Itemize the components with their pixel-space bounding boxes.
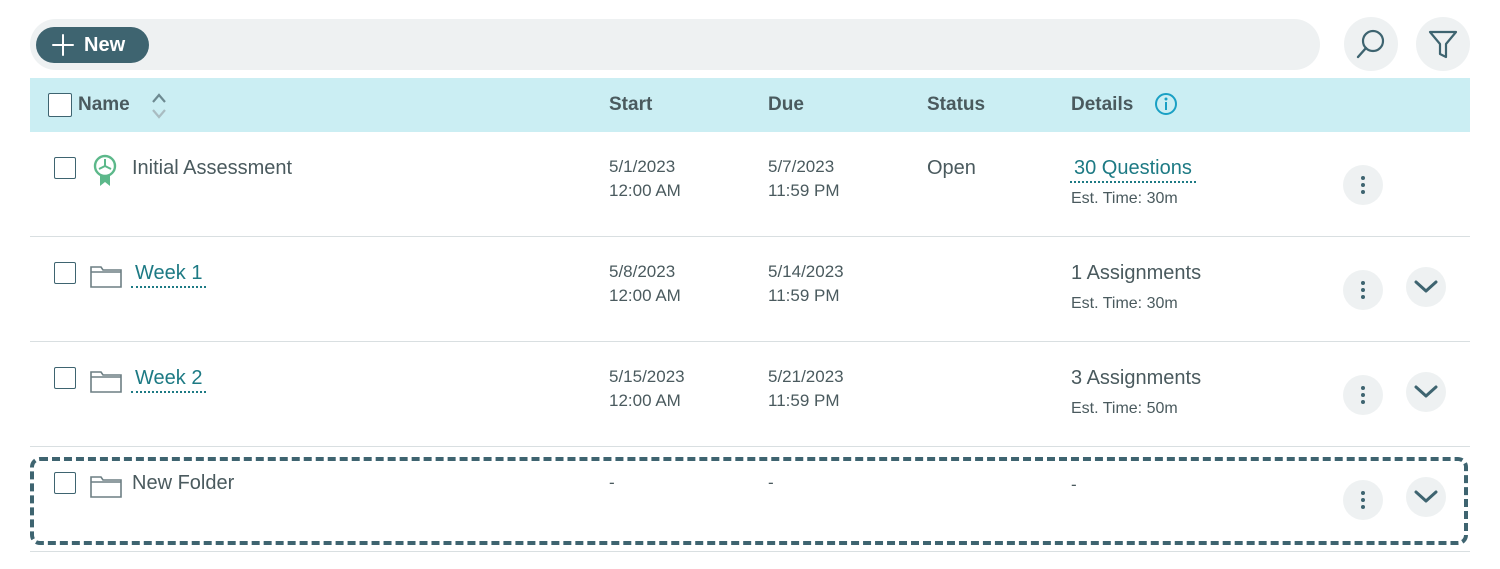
- start-date: 5/1/2023: [609, 157, 676, 176]
- folder-icon: [90, 476, 122, 498]
- due-time: 11:59 PM: [768, 286, 840, 305]
- details-link[interactable]: 30 Questions: [1070, 157, 1196, 183]
- due-time: 11:59 PM: [768, 391, 840, 410]
- chevron-down-icon: [1414, 490, 1438, 503]
- start-empty: -: [609, 473, 615, 492]
- row-checkbox[interactable]: [54, 157, 76, 179]
- row-menu-button[interactable]: [1343, 375, 1383, 415]
- new-button-label: New: [84, 33, 126, 56]
- start-time: 12:00 AM: [609, 286, 681, 305]
- folder-icon: [90, 266, 122, 288]
- folder-link[interactable]: Week 2: [131, 367, 207, 393]
- due-empty: -: [768, 473, 774, 492]
- chevron-down-icon: [1414, 385, 1438, 398]
- row-menu-button[interactable]: [1343, 480, 1383, 520]
- table-row: New Folder - - -: [30, 447, 1470, 552]
- due-date: 5/21/2023: [768, 367, 844, 386]
- table-row: Week 2 5/15/2023 12:00 AM 5/21/2023 11:5…: [30, 342, 1470, 447]
- column-header-details: Details: [1071, 94, 1134, 115]
- search-icon: [1356, 29, 1385, 59]
- plus-icon: [52, 34, 74, 56]
- row-menu-button[interactable]: [1343, 165, 1383, 205]
- table-row: Initial Assessment 5/1/2023 12:00 AM 5/7…: [30, 132, 1470, 237]
- expand-button[interactable]: [1406, 267, 1446, 307]
- row-name: New Folder: [132, 472, 235, 494]
- start-date: 5/15/2023: [609, 367, 685, 386]
- chevron-down-icon: [1414, 280, 1438, 293]
- select-all-checkbox[interactable]: [48, 93, 72, 117]
- due-time: 11:59 PM: [768, 181, 840, 200]
- estimated-time: Est. Time: 30m: [1071, 190, 1178, 207]
- search-button[interactable]: [1344, 17, 1398, 71]
- column-header-due: Due: [768, 94, 804, 115]
- start-time: 12:00 AM: [609, 391, 681, 410]
- assessment-ribbon-icon: [93, 154, 117, 186]
- start-date: 5/8/2023: [609, 262, 676, 281]
- filter-button[interactable]: [1416, 17, 1470, 71]
- folder-icon: [90, 371, 122, 393]
- sort-icon[interactable]: [150, 92, 168, 120]
- due-date: 5/7/2023: [768, 157, 835, 176]
- row-checkbox[interactable]: [54, 367, 76, 389]
- table-header: Name Start Due Status Details: [30, 78, 1470, 132]
- details-empty: -: [1071, 475, 1077, 494]
- estimated-time: Est. Time: 50m: [1071, 400, 1178, 417]
- column-header-start: Start: [609, 94, 653, 115]
- expand-button[interactable]: [1406, 477, 1446, 517]
- folder-link[interactable]: Week 1: [131, 262, 207, 288]
- expand-button[interactable]: [1406, 372, 1446, 412]
- row-checkbox[interactable]: [54, 472, 76, 494]
- estimated-time: Est. Time: 30m: [1071, 295, 1178, 312]
- start-time: 12:00 AM: [609, 181, 681, 200]
- column-header-status: Status: [927, 94, 986, 115]
- row-name: Initial Assessment: [132, 157, 293, 179]
- table-row: Week 1 5/8/2023 12:00 AM 5/14/2023 11:59…: [30, 237, 1470, 342]
- row-menu-button[interactable]: [1343, 270, 1383, 310]
- assignment-count: 3 Assignments: [1071, 367, 1202, 389]
- info-icon[interactable]: [1154, 92, 1178, 116]
- new-button[interactable]: New: [36, 27, 149, 63]
- due-date: 5/14/2023: [768, 262, 844, 281]
- assignment-count: 1 Assignments: [1071, 262, 1202, 284]
- status-text: Open: [927, 157, 976, 179]
- row-checkbox[interactable]: [54, 262, 76, 284]
- column-header-name[interactable]: Name: [78, 94, 130, 116]
- filter-icon: [1428, 30, 1458, 59]
- toolbar: New: [30, 19, 1320, 70]
